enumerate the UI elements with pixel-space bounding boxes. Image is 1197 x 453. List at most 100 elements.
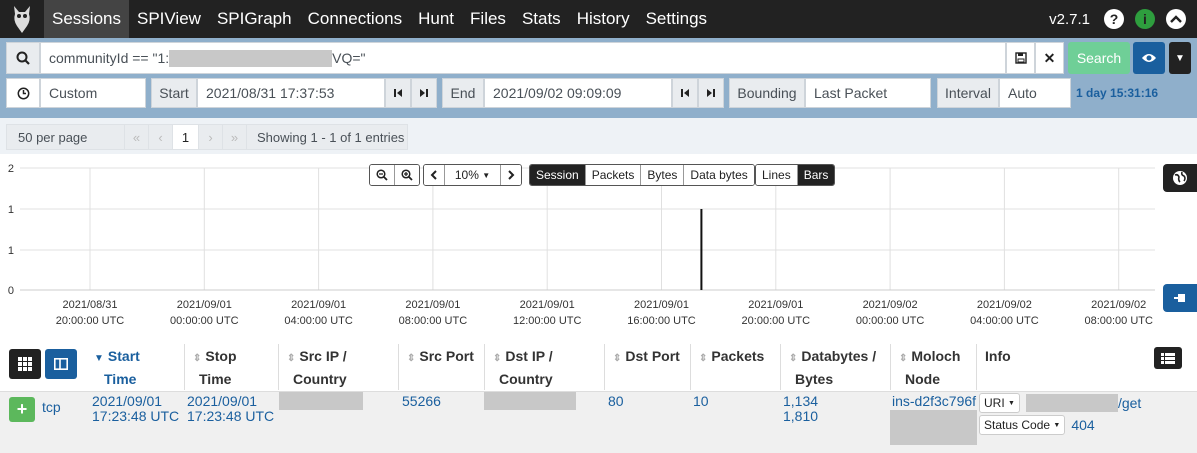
x-tick-date: 2021/09/02 xyxy=(977,299,1032,311)
packets-cell[interactable]: 10 xyxy=(693,394,709,409)
search-icon xyxy=(6,42,40,74)
x-tick-time: 16:00:00 UTC xyxy=(627,315,696,327)
start-time-input[interactable]: 2021/08/31 17:37:53 xyxy=(197,78,385,108)
nav-spiview[interactable]: SPIView xyxy=(129,0,209,38)
protocol-cell[interactable]: tcp xyxy=(42,400,61,415)
metric-packets[interactable]: Packets xyxy=(585,165,642,185)
header-src-port[interactable]: ⇕ Src Port xyxy=(398,344,484,390)
metric-databytes[interactable]: Data bytes xyxy=(684,165,754,185)
zoom-in-icon[interactable] xyxy=(395,165,419,185)
header-databytes[interactable]: ⇕ Databytes / Bytes xyxy=(780,344,890,390)
search-button[interactable]: Search xyxy=(1068,42,1130,74)
zoom-percent: 10% xyxy=(454,168,479,182)
header-dst-port[interactable]: ⇕ Dst Port xyxy=(604,344,690,390)
redacted-uri xyxy=(1025,394,1118,412)
columns-layout-icon[interactable] xyxy=(45,349,77,379)
table-row[interactable]: + tcp 2021/09/01 17:23:48 UTC 2021/09/01 1… xyxy=(0,391,1197,453)
save-icon[interactable] xyxy=(1006,42,1035,74)
search-panel: communityId == "1: VQ=" ✕ Search ▼ Custo… xyxy=(0,38,1197,118)
nav-stats[interactable]: Stats xyxy=(514,0,569,38)
showing-entries: Showing 1 - 1 of 1 entries xyxy=(257,129,405,145)
expand-row-icon[interactable]: + xyxy=(9,397,35,422)
chart-bar xyxy=(700,209,703,290)
nav-settings[interactable]: Settings xyxy=(638,0,715,38)
metric-session[interactable]: Session xyxy=(530,165,586,185)
interval-select[interactable]: Auto xyxy=(999,78,1071,108)
header-stop-time[interactable]: ⇕ Stop Time xyxy=(184,344,278,390)
bytes-cell[interactable]: 1,134 1,810 xyxy=(783,394,818,424)
header-info[interactable]: Info xyxy=(976,344,1156,390)
end-label: End xyxy=(442,78,484,108)
start-first-icon[interactable] xyxy=(385,78,411,108)
y-tick-label: 2 xyxy=(8,163,14,175)
stop-time-cell[interactable]: 2021/09/01 17:23:48 UTC xyxy=(187,394,274,424)
header-node[interactable]: ⇕ Moloch Node xyxy=(890,344,976,390)
x-tick-time: 08:00:00 UTC xyxy=(1084,315,1153,327)
nav-connections[interactable]: Connections xyxy=(300,0,411,38)
info-icon[interactable]: i xyxy=(1135,9,1155,29)
x-tick-time: 12:00:00 UTC xyxy=(513,315,582,327)
nav-history[interactable]: History xyxy=(569,0,638,38)
page-prev[interactable]: ‹ xyxy=(149,125,173,149)
start-last-icon[interactable] xyxy=(411,78,437,108)
x-tick-date: 2021/09/01 xyxy=(177,299,232,311)
style-bars[interactable]: Bars xyxy=(797,165,835,185)
x-tick-time: 00:00:00 UTC xyxy=(170,315,239,327)
chevron-up-icon[interactable] xyxy=(1166,9,1186,29)
uri-suffix[interactable]: /get xyxy=(1118,395,1141,411)
redacted-dst-ip xyxy=(484,392,576,410)
header-src-ip[interactable]: ⇕ Src IP / Country xyxy=(278,344,398,390)
top-nav: Sessions SPIView SPIGraph Connections Hu… xyxy=(0,0,1197,38)
page-next[interactable]: › xyxy=(199,125,223,149)
y-tick-label: 1 xyxy=(8,245,14,257)
status-code-dropdown[interactable]: Status Code ▼ xyxy=(979,415,1066,435)
bounding-select[interactable]: Last Packet xyxy=(805,78,931,108)
column-grid-icon[interactable] xyxy=(9,349,41,379)
per-page-select[interactable]: 50 per page xyxy=(7,125,125,149)
zoom-out-icon[interactable] xyxy=(370,165,395,185)
page-first[interactable]: « xyxy=(125,125,149,149)
nav-spigraph[interactable]: SPIGraph xyxy=(209,0,300,38)
nav-hunt[interactable]: Hunt xyxy=(410,0,462,38)
header-packets[interactable]: ⇕ Packets xyxy=(690,344,780,390)
page-current[interactable]: 1 xyxy=(173,125,199,149)
status-code-value[interactable]: 404 xyxy=(1071,417,1094,433)
nav-files[interactable]: Files xyxy=(462,0,514,38)
help-icon[interactable]: ? xyxy=(1104,9,1124,29)
clear-icon[interactable]: ✕ xyxy=(1035,42,1064,74)
x-tick-date: 2021/09/02 xyxy=(1091,299,1146,311)
x-tick-time: 20:00:00 UTC xyxy=(56,315,125,327)
owl-logo-icon[interactable] xyxy=(0,0,44,38)
header-dst-ip[interactable]: ⇕ Dst IP / Country xyxy=(484,344,604,390)
page-last[interactable]: » xyxy=(223,125,247,149)
header-start-time[interactable]: ▼ Start Time xyxy=(86,344,184,390)
x-tick-date: 2021/08/31 xyxy=(62,299,117,311)
uri-dropdown[interactable]: URI ▼ xyxy=(979,393,1020,413)
pan-left-icon[interactable] xyxy=(424,165,445,185)
x-tick-date: 2021/09/02 xyxy=(863,299,918,311)
x-tick-time: 04:00:00 UTC xyxy=(970,315,1039,327)
search-options-caret-icon[interactable]: ▼ xyxy=(1169,42,1191,74)
node-cell[interactable]: ins-d2f3c796f xyxy=(892,394,976,409)
bounding-label: Bounding xyxy=(729,78,805,108)
pin-icon[interactable] xyxy=(1163,284,1197,312)
zoom-percent-select[interactable]: 10% ▼ xyxy=(445,165,501,185)
metric-bytes[interactable]: Bytes xyxy=(641,165,685,185)
eye-icon[interactable] xyxy=(1133,42,1165,74)
nav-sessions[interactable]: Sessions xyxy=(44,0,129,38)
style-lines[interactable]: Lines xyxy=(756,165,798,185)
dst-port-cell[interactable]: 80 xyxy=(608,394,624,409)
end-last-icon[interactable] xyxy=(698,78,724,108)
end-time-input[interactable]: 2021/09/02 09:09:09 xyxy=(484,78,672,108)
pan-right-icon[interactable] xyxy=(501,165,521,185)
style-toggle: Lines Bars xyxy=(755,164,836,186)
globe-icon[interactable] xyxy=(1163,164,1197,192)
search-input[interactable]: communityId == "1: VQ=" xyxy=(40,42,1006,74)
zoom-controls xyxy=(369,164,420,186)
end-first-icon[interactable] xyxy=(672,78,698,108)
start-time-cell[interactable]: 2021/09/01 17:23:48 UTC xyxy=(92,394,179,424)
src-port-cell[interactable]: 55266 xyxy=(402,394,441,409)
x-tick-date: 2021/09/01 xyxy=(634,299,689,311)
info-columns-menu-icon[interactable] xyxy=(1154,347,1182,369)
time-range-select[interactable]: Custom xyxy=(40,78,146,108)
